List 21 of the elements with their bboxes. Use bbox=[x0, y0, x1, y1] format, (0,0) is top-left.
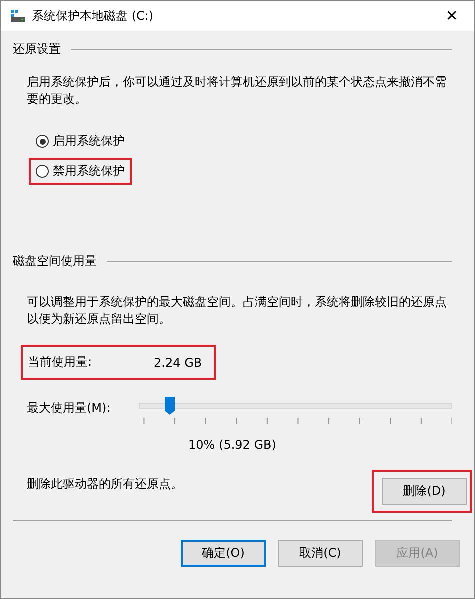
radio-button[interactable] bbox=[36, 165, 49, 178]
drive-icon bbox=[10, 9, 26, 23]
delete-description: 删除此驱动器的所有还原点。 bbox=[27, 476, 183, 493]
slider-label: 最大使用量(M): bbox=[27, 400, 111, 417]
slider-track[interactable] bbox=[138, 396, 452, 416]
description-text: 可以调整用于系统保护的最大磁盘空间。占满空间时，系统将删除较旧的还原点以便为新还原点留出空间。 bbox=[26, 294, 448, 328]
usage-value: 2.24 GB bbox=[154, 356, 202, 370]
dialog-button[interactable]: 取消(C) bbox=[278, 540, 363, 567]
description-text: 启用系统保护后，你可以通过及时将计算机还原到以前的某个状态点来撤消不需要的更改。 bbox=[26, 74, 448, 108]
window-title: 系统保护本地磁盘 (C:) bbox=[32, 8, 155, 24]
close-button[interactable]: ✕ bbox=[430, 7, 474, 25]
radio-label[interactable]: 禁用系统保护 bbox=[53, 163, 125, 180]
dialog-button[interactable]: 确定(O) bbox=[181, 540, 266, 567]
radio-label[interactable]: 启用系统保护 bbox=[53, 133, 125, 150]
usage-label: 当前使用量: bbox=[28, 354, 92, 371]
section-heading: 磁盘空间使用量 bbox=[13, 253, 97, 270]
slider-thumb[interactable] bbox=[164, 396, 176, 416]
slider-reading: 10% (5.92 GB) bbox=[188, 438, 276, 452]
section-heading: 还原设置 bbox=[13, 41, 61, 58]
delete-button[interactable]: 删除(D) bbox=[382, 478, 467, 505]
radio-button[interactable] bbox=[36, 135, 49, 148]
